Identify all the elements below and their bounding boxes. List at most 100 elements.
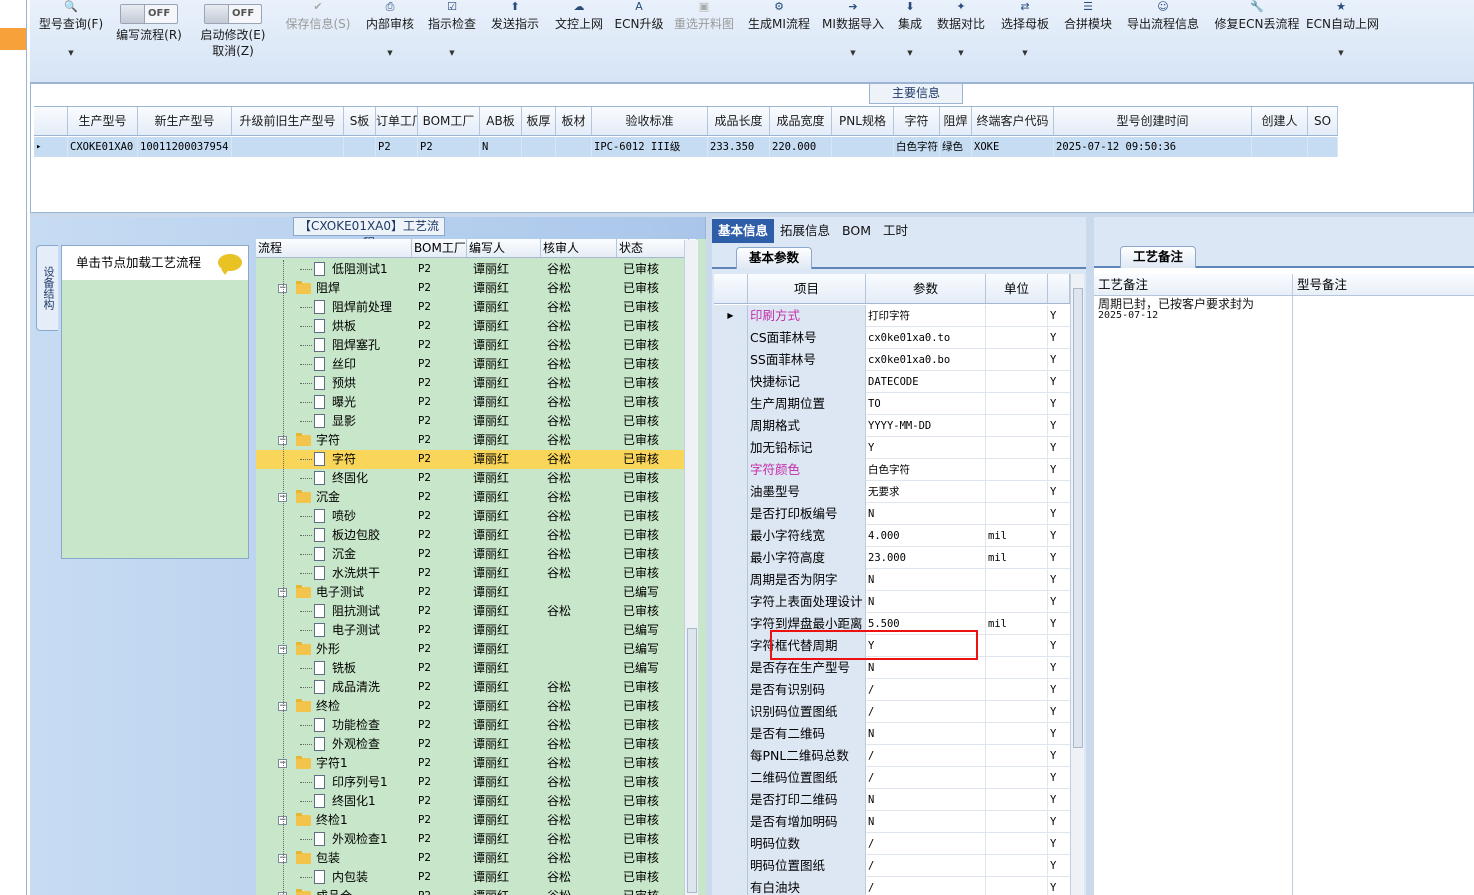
tree-row[interactable]: 沉金 P2 谭丽红 谷松 已审核	[256, 545, 696, 564]
merge-module-button[interactable]: ☰ 合拼模块	[1060, 0, 1116, 80]
param-row[interactable]: 有白油块 / Y	[714, 877, 1070, 895]
param-row[interactable]: 是否有二维码 N Y	[714, 723, 1070, 745]
tree-row[interactable]: 预烘 P2 谭丽红 谷松 已审核	[256, 374, 696, 393]
param-value-field[interactable]: /	[866, 833, 986, 855]
param-value-field[interactable]: N	[866, 723, 986, 745]
process-note-cell[interactable]: 周期已封，已按客户要求封为 2025-07-12	[1098, 298, 1278, 322]
column-header[interactable]: 终端客户代码	[972, 107, 1054, 135]
param-row[interactable]: 字符颜色 白色字符 Y	[714, 459, 1070, 481]
tree-row[interactable]: 成品清洗 P2 谭丽红 谷松 已审核	[256, 678, 696, 697]
column-header[interactable]: 型号创建时间	[1054, 107, 1252, 135]
vertical-tab-equipment[interactable]: 设备结构	[36, 245, 58, 331]
tab-bom[interactable]: BOM	[836, 219, 877, 243]
tree-row[interactable]: 外观检查 P2 谭丽红 谷松 已审核	[256, 735, 696, 754]
param-value-field[interactable]: TO	[866, 393, 986, 415]
param-column-header[interactable]: 项目	[748, 274, 866, 303]
doc-online-button[interactable]: ☁ 文控上网	[552, 0, 606, 80]
edit-flow-toggle[interactable]: OFF 编写流程(R)	[110, 0, 188, 80]
column-header[interactable]: 阻焊	[940, 107, 972, 135]
param-value-field[interactable]: /	[866, 745, 986, 767]
param-value-field[interactable]: /	[866, 679, 986, 701]
param-row[interactable]: SS面菲林号 cx0ke01xa0.bo Y	[714, 349, 1070, 371]
tree-column-header[interactable]: 编写人	[467, 239, 541, 257]
param-value-field[interactable]: /	[866, 877, 986, 895]
param-row[interactable]: 字符上表面处理设计 N Y	[714, 591, 1070, 613]
param-value-field[interactable]: N	[866, 657, 986, 679]
issue-instruction-button[interactable]: ⬆ 发送指示	[488, 0, 542, 80]
tree-row[interactable]: 水洗烘干 P2 谭丽红 谷松 已审核	[256, 564, 696, 583]
cancel-button[interactable]: 取消(Z)	[196, 43, 270, 59]
tab-extended-info[interactable]: 拓展信息	[774, 219, 836, 243]
toggle-switch[interactable]: OFF	[120, 4, 178, 24]
tree-row[interactable]: 阻焊塞孔 P2 谭丽红 谷松 已审核	[256, 336, 696, 355]
tree-row[interactable]: 低阻测试1 P2 谭丽红 谷松 已审核	[256, 260, 696, 279]
tree-row[interactable]: 字符 P2 谭丽红 谷松 已审核	[256, 450, 696, 469]
param-column-header[interactable]: 参数	[866, 274, 986, 303]
param-value-field[interactable]: cx0ke01xa0.bo	[866, 349, 986, 371]
tree-row[interactable]: 终固化1 P2 谭丽红 谷松 已审核	[256, 792, 696, 811]
param-row[interactable]: 周期格式 YYYY-MM-DD Y	[714, 415, 1070, 437]
column-header[interactable]: S板	[344, 107, 376, 135]
ecn-upgrade-button[interactable]: A ECN升级	[612, 0, 666, 80]
toggle-switch[interactable]: OFF	[204, 4, 262, 24]
param-row[interactable]: 是否有增加明码 N Y	[714, 811, 1070, 833]
start-modify-toggle[interactable]: OFF 启动修改(E) 取消(Z)	[196, 0, 270, 80]
column-header[interactable]: 成品长度	[708, 107, 770, 135]
param-row[interactable]: 快捷标记 DATECODE Y	[714, 371, 1070, 393]
param-row[interactable]: 油墨型号 无要求 Y	[714, 481, 1070, 503]
param-value-field[interactable]: cx0ke01xa0.to	[866, 327, 986, 349]
param-value-field[interactable]: N	[866, 569, 986, 591]
param-row[interactable]: 二维码位置图纸 / Y	[714, 767, 1070, 789]
scroll-thumb[interactable]	[687, 628, 697, 893]
column-header[interactable]: 板材	[556, 107, 592, 135]
param-row[interactable]: 每PNL二维码总数 / Y	[714, 745, 1070, 767]
param-value-field[interactable]: DATECODE	[866, 371, 986, 393]
tree-row[interactable]: 板边包胶 P2 谭丽红 谷松 已审核	[256, 526, 696, 545]
flow-tree-scrollbar[interactable]	[684, 240, 698, 895]
tab-work-hours[interactable]: 工时	[877, 219, 914, 243]
scroll-thumb[interactable]	[1073, 288, 1083, 748]
column-header[interactable]: 成品宽度	[770, 107, 832, 135]
column-header[interactable]: 字符	[894, 107, 940, 135]
param-row[interactable]: 是否存在生产型号 N Y	[714, 657, 1070, 679]
ecn-auto-online-button[interactable]: ★ ECN自动上网 ▼	[1306, 0, 1379, 80]
param-value-field[interactable]: 23.000	[866, 547, 986, 569]
column-header[interactable]: 订单工厂	[376, 107, 418, 135]
param-row[interactable]: 最小字符高度 23.000 mil Y	[714, 547, 1070, 569]
column-header[interactable]: 生产型号	[68, 107, 138, 135]
param-grid-scrollbar[interactable]	[1070, 274, 1084, 895]
param-row[interactable]: 明码位数 / Y	[714, 833, 1070, 855]
tree-row[interactable]: − 包装 P2 谭丽红 谷松 已审核	[256, 849, 696, 868]
param-row[interactable]: CS面菲林号 cx0ke01xa0.to Y	[714, 327, 1070, 349]
param-value-field[interactable]: /	[866, 767, 986, 789]
table-row[interactable]: ▸ CXOKE01XA0 10011200037954 P2 P2 N IPC-6012 I…	[34, 137, 1338, 157]
param-row[interactable]: 加无铅标记 Y Y	[714, 437, 1070, 459]
param-row[interactable]: ▶ 印刷方式 打印字符 Y	[714, 305, 1070, 327]
tab-process-notes[interactable]: 工艺备注	[1120, 246, 1196, 268]
param-row[interactable]: 周期是否为阴字 N Y	[714, 569, 1070, 591]
splitter[interactable]	[1086, 217, 1094, 895]
tree-row[interactable]: 烘板 P2 谭丽红 谷松 已审核	[256, 317, 696, 336]
tree-row[interactable]: 功能检查 P2 谭丽红 谷松 已审核	[256, 716, 696, 735]
tab-basic-info[interactable]: 基本信息	[712, 219, 775, 243]
tree-row[interactable]: 外观检查1 P2 谭丽红 谷松 已审核	[256, 830, 696, 849]
tree-column-header[interactable]: 状态	[617, 239, 689, 257]
model-query-button[interactable]: 🔍 型号查询(F) ▼	[34, 0, 108, 80]
data-compare-button[interactable]: ✦ 数据对比 ▼	[934, 0, 988, 80]
tree-row[interactable]: − 字符1 P2 谭丽红 谷松 已审核	[256, 754, 696, 773]
tree-row[interactable]: 阻焊前处理 P2 谭丽红 谷松 已审核	[256, 298, 696, 317]
param-value-field[interactable]: Y	[866, 437, 986, 459]
tree-row[interactable]: − 电子测试 P2 谭丽红 已编写	[256, 583, 696, 602]
tree-row[interactable]: − 外形 P2 谭丽红 已编写	[256, 640, 696, 659]
param-value-field[interactable]: 4.000	[866, 525, 986, 547]
param-column-header[interactable]: 单位	[986, 274, 1048, 303]
param-value-field[interactable]: YYYY-MM-DD	[866, 415, 986, 437]
param-value-field[interactable]: 打印字符	[866, 305, 986, 327]
regen-chart-button[interactable]: ▣ 重选开料图	[672, 0, 736, 80]
tree-row[interactable]: − 沉金 P2 谭丽红 谷松 已审核	[256, 488, 696, 507]
column-header[interactable]: 新生产型号	[138, 107, 232, 135]
repair-ecn-button[interactable]: 🔧 修复ECN丢流程	[1212, 0, 1302, 80]
tree-row[interactable]: − 字符 P2 谭丽红 谷松 已审核	[256, 431, 696, 450]
param-row[interactable]: 最小字符线宽 4.000 mil Y	[714, 525, 1070, 547]
column-header[interactable]: BOM工厂	[418, 107, 480, 135]
